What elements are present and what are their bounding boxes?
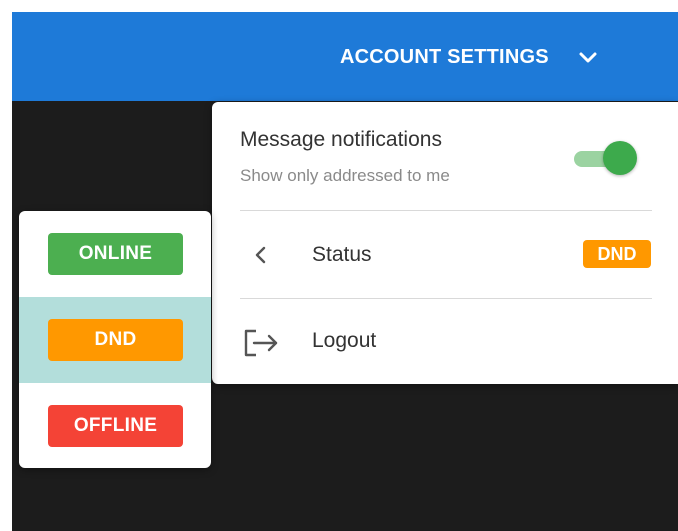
account-settings-button[interactable]: ACCOUNT SETTINGS bbox=[340, 34, 599, 80]
chevron-down-icon bbox=[577, 46, 599, 68]
toggle-knob bbox=[603, 141, 637, 175]
status-chip-dnd: DND bbox=[48, 319, 183, 361]
logout-menu-item[interactable]: Logout bbox=[212, 299, 678, 384]
app-window: ACCOUNT SETTINGS Message notifications S… bbox=[12, 12, 678, 531]
message-notifications-title: Message notifications bbox=[240, 128, 442, 151]
notifications-toggle[interactable] bbox=[572, 141, 637, 177]
logout-icon bbox=[242, 327, 282, 359]
status-menu-item[interactable]: Status DND bbox=[212, 212, 678, 298]
top-bar: ACCOUNT SETTINGS bbox=[12, 12, 678, 101]
message-notifications-item[interactable]: Message notifications Show only addresse… bbox=[212, 102, 678, 210]
status-option-dnd[interactable]: DND bbox=[19, 297, 211, 383]
status-label: Status bbox=[312, 243, 372, 266]
account-settings-label: ACCOUNT SETTINGS bbox=[340, 45, 549, 68]
status-chip-online: ONLINE bbox=[48, 233, 183, 275]
status-submenu: ONLINE DND OFFLINE bbox=[19, 211, 211, 468]
logout-label: Logout bbox=[312, 329, 377, 352]
account-settings-menu: Message notifications Show only addresse… bbox=[212, 102, 678, 384]
status-badge: DND bbox=[583, 240, 651, 268]
status-option-online[interactable]: ONLINE bbox=[19, 211, 211, 297]
message-notifications-subtitle: Show only addressed to me bbox=[240, 166, 450, 185]
status-option-offline[interactable]: OFFLINE bbox=[19, 383, 211, 468]
chevron-left-icon bbox=[252, 244, 270, 266]
status-chip-offline: OFFLINE bbox=[48, 405, 183, 447]
menu-divider bbox=[240, 210, 652, 211]
